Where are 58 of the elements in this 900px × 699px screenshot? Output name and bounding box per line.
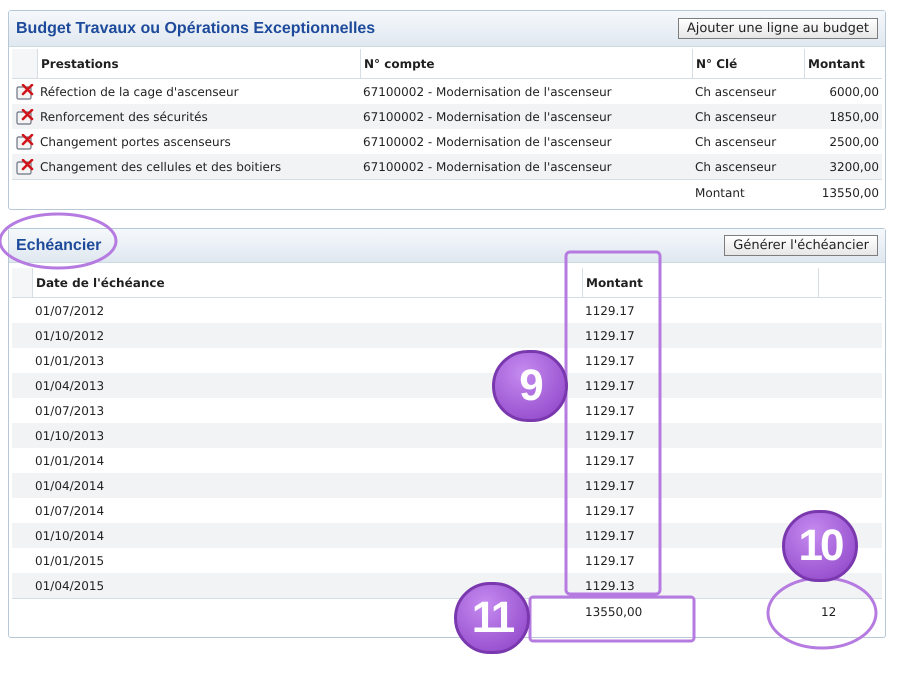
- total-label: Montant: [694, 184, 746, 202]
- total-amount: 13550,00: [820, 184, 880, 202]
- column-header: Montant: [582, 268, 818, 297]
- table-cell-text: Ch ascenseur: [694, 108, 778, 126]
- table-cell-text: 1129.17: [584, 452, 636, 470]
- panel-title: Echéancier: [16, 236, 102, 256]
- delete-icon[interactable]: [16, 158, 34, 174]
- table-cell-text: 01/10/2014: [34, 528, 106, 544]
- table-cell-text: 01/07/2014: [34, 502, 106, 520]
- table-cell-text: 1129.17: [584, 302, 636, 320]
- table-cell-text: 01/01/2014: [34, 452, 106, 470]
- table-cell-text: 1129.13: [584, 578, 636, 594]
- panel-title: Budget Travaux ou Opérations Exceptionnelles: [16, 18, 376, 38]
- table-cell-text: 01/10/2012: [34, 328, 106, 344]
- table-cell-text: 6000,00: [828, 84, 880, 100]
- table-cell-text: 67100002 - Modernisation de l'ascenseur: [362, 134, 613, 150]
- table-cell-text: 3200,00: [828, 158, 880, 176]
- column-header: N° Clé: [692, 49, 804, 78]
- column-header: N° compte: [360, 49, 692, 78]
- table-cell-text: 01/10/2013: [34, 428, 106, 444]
- table-cell-text: 67100002 - Modernisation de l'ascenseur: [362, 108, 613, 126]
- table-cell-text: 01/04/2014: [34, 478, 106, 494]
- table-cell-text: Changement portes ascenseurs: [39, 134, 232, 150]
- table-cell-text: 1129.17: [584, 552, 636, 570]
- table-cell-text: 1129.17: [584, 478, 636, 494]
- table-cell-text: 01/01/2013: [34, 352, 106, 370]
- table-cell-text: 1129.17: [584, 378, 636, 394]
- table-cell-text: 1129.17: [584, 502, 636, 520]
- table-cell-text: 1850,00: [828, 108, 880, 126]
- table-cell-text: 1129.17: [584, 352, 636, 370]
- table-cell-text: Changement des cellules et des boitiers: [39, 158, 282, 176]
- table-cell-text: Renforcement des sécurités: [39, 108, 209, 126]
- table-cell-text: 1129.17: [584, 428, 636, 444]
- add-line-button[interactable]: Ajouter une ligne au budget: [678, 18, 878, 39]
- table-cell-text: 1129.17: [584, 402, 636, 420]
- table-cell-text: Réfection de la cage d'ascenseur: [39, 84, 240, 100]
- table-cell-text: 1129.17: [584, 528, 636, 544]
- table-cell-text: 67100002 - Modernisation de l'ascenseur: [362, 84, 613, 100]
- delete-icon[interactable]: [16, 84, 34, 100]
- table-cell-text: 01/07/2012: [34, 302, 106, 320]
- column-header: Prestations: [37, 49, 360, 78]
- table-cell-text: 01/01/2015: [34, 552, 106, 570]
- table-cell-text: 01/07/2013: [34, 402, 106, 420]
- table-cell-text: Ch ascenseur: [694, 158, 778, 176]
- delete-icon[interactable]: [16, 134, 34, 150]
- installment-count: 12: [820, 604, 838, 621]
- table-cell-text: 01/04/2013: [34, 378, 106, 394]
- table-cell-text: 01/04/2015: [34, 578, 106, 594]
- total-amount: 13550,00: [584, 604, 644, 621]
- table-cell-text: Ch ascenseur: [694, 134, 778, 150]
- table-cell-text: 2500,00: [828, 134, 880, 150]
- generate-button[interactable]: Générer l'échéancier: [724, 235, 878, 256]
- table-cell-text: 1129.17: [584, 328, 636, 344]
- delete-icon[interactable]: [16, 108, 34, 124]
- table-cell-text: 67100002 - Modernisation de l'ascenseur: [362, 158, 613, 176]
- column-header: Date de l'échéance: [32, 268, 582, 297]
- column-header: Montant: [804, 49, 882, 78]
- table-cell-text: Ch ascenseur: [694, 84, 778, 100]
